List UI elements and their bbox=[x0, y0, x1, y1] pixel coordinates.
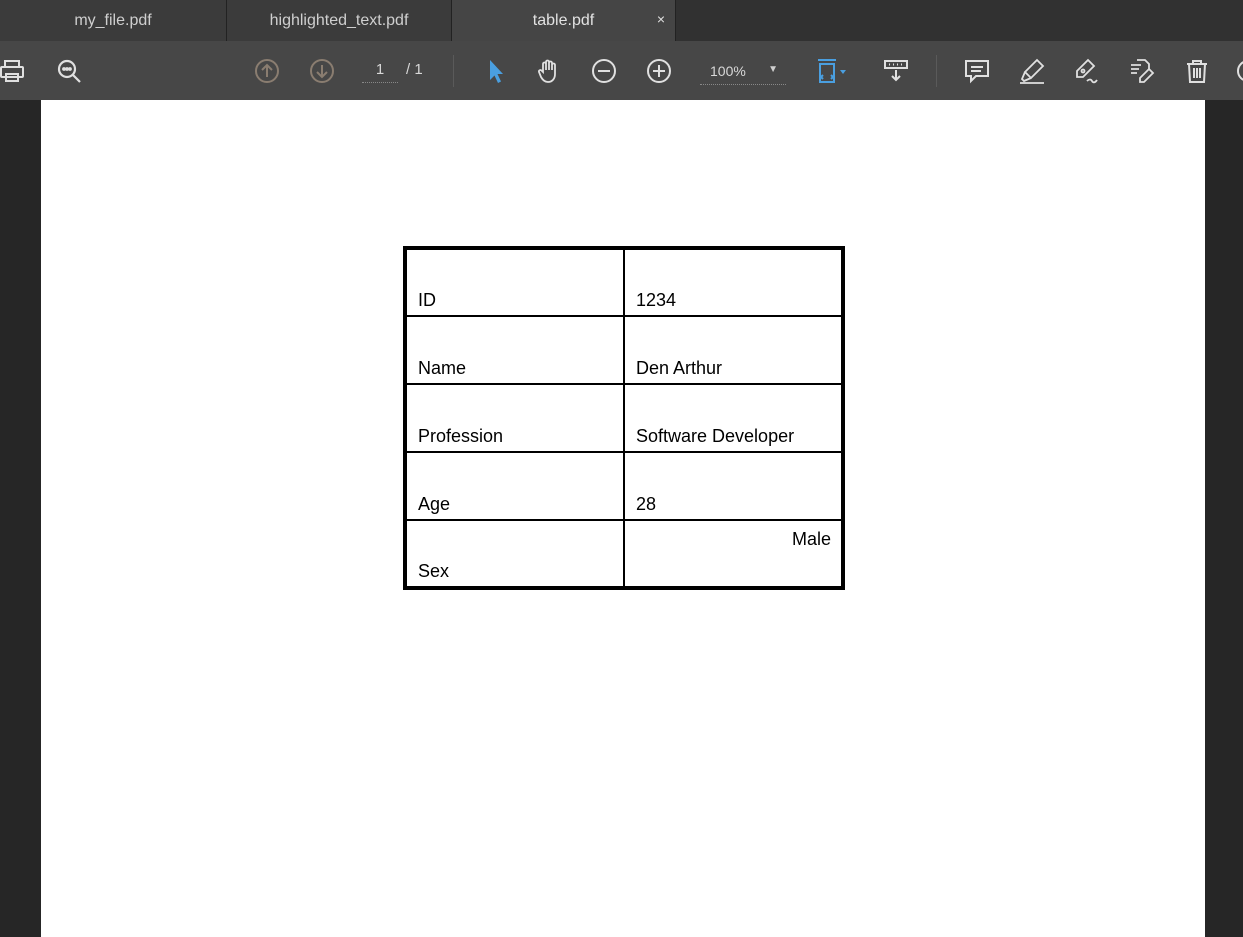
tab-label: table.pdf bbox=[532, 11, 595, 29]
more-options-button[interactable] bbox=[1230, 53, 1243, 89]
sign-button[interactable] bbox=[1068, 53, 1104, 89]
table-cell-value: 1234 bbox=[623, 247, 844, 317]
tab-label: highlighted_text.pdf bbox=[269, 11, 409, 29]
table-cell-label: Sex bbox=[404, 519, 625, 589]
tab-table[interactable]: table.pdf × bbox=[452, 0, 676, 41]
select-cursor-icon bbox=[490, 60, 503, 83]
table-cell-value: Den Arthur bbox=[623, 315, 844, 385]
comment-icon bbox=[965, 60, 989, 84]
hand-tool-button[interactable] bbox=[531, 53, 567, 89]
edit-button[interactable] bbox=[1123, 53, 1159, 89]
hand-tool-icon bbox=[538, 59, 556, 83]
zoom-in-button[interactable] bbox=[641, 53, 677, 89]
previous-page-button[interactable] bbox=[249, 53, 285, 89]
table-cell-label: ID bbox=[404, 247, 625, 317]
table-cell-label: Name bbox=[404, 315, 625, 385]
document-viewer[interactable]: ID 1234 Name Den Arthur Profession Softw… bbox=[0, 100, 1243, 937]
zoom-out-icon bbox=[592, 59, 616, 83]
table-row: ID 1234 bbox=[404, 247, 844, 317]
fit-page-icon bbox=[818, 59, 846, 83]
table-row: Age 28 bbox=[404, 451, 844, 521]
print-icon bbox=[0, 60, 24, 82]
chevron-down-icon: ▼ bbox=[768, 64, 778, 75]
search-icon bbox=[57, 59, 81, 83]
highlight-icon bbox=[1020, 58, 1045, 84]
table-row: Name Den Arthur bbox=[404, 315, 844, 385]
table-cell-value: Software Developer bbox=[623, 383, 844, 453]
close-tab-icon[interactable]: × bbox=[657, 11, 665, 27]
tab-bar: my_file.pdf highlighted_text.pdf table.p… bbox=[0, 0, 1243, 41]
prev-page-icon bbox=[255, 59, 279, 83]
table-row: Profession Software Developer bbox=[404, 383, 844, 453]
zoom-out-button[interactable] bbox=[586, 53, 622, 89]
print-button[interactable] bbox=[0, 53, 30, 89]
table-cell-value: 28 bbox=[623, 451, 844, 521]
tab-highlighted-text[interactable]: highlighted_text.pdf bbox=[227, 0, 452, 41]
tab-my-file[interactable]: my_file.pdf bbox=[0, 0, 227, 41]
zoom-level-select[interactable]: 100% ▼ bbox=[700, 57, 786, 85]
table-cell-label: Age bbox=[404, 451, 625, 521]
fit-page-button[interactable] bbox=[808, 53, 854, 89]
table-cell-label: Profession bbox=[404, 383, 625, 453]
page-number-input[interactable] bbox=[362, 57, 398, 83]
download-icon bbox=[884, 60, 908, 82]
highlight-button[interactable] bbox=[1014, 53, 1050, 89]
toolbar-divider bbox=[936, 55, 937, 87]
info-table: ID 1234 Name Den Arthur Profession Softw… bbox=[403, 246, 845, 590]
comment-button[interactable] bbox=[959, 53, 995, 89]
table-row: Sex Male bbox=[404, 519, 844, 589]
find-button[interactable] bbox=[51, 53, 87, 89]
toolbar: / 1 100% ▼ bbox=[0, 41, 1243, 100]
trash-icon bbox=[1187, 60, 1207, 83]
tab-label: my_file.pdf bbox=[74, 11, 152, 29]
pdf-page: ID 1234 Name Den Arthur Profession Softw… bbox=[41, 100, 1205, 937]
zoom-in-icon bbox=[647, 59, 671, 83]
next-page-button[interactable] bbox=[304, 53, 340, 89]
next-page-icon bbox=[310, 59, 334, 83]
table-cell-value: Male bbox=[623, 519, 844, 589]
edit-icon bbox=[1131, 59, 1155, 83]
zoom-value: 100% bbox=[710, 62, 746, 79]
toolbar-divider bbox=[453, 55, 454, 87]
page-total: / 1 bbox=[406, 61, 423, 78]
delete-button[interactable] bbox=[1179, 53, 1215, 89]
more-icon bbox=[1237, 61, 1243, 81]
download-button[interactable] bbox=[878, 53, 914, 89]
sign-icon bbox=[1076, 58, 1098, 84]
select-tool-button[interactable] bbox=[477, 53, 513, 89]
